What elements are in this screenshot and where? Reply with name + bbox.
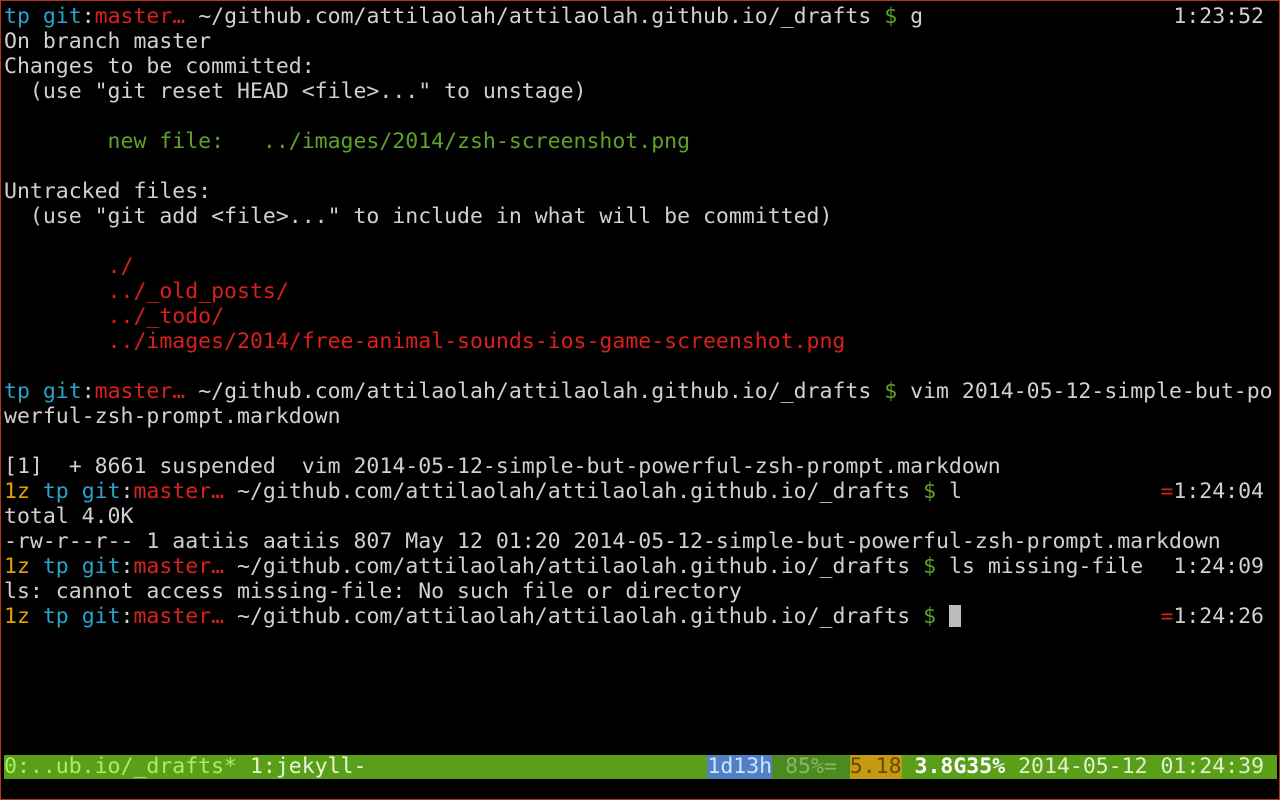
memory-usage: 3.8G35% bbox=[914, 754, 1006, 779]
output-text: ../images/2014/free-animal-sounds-ios-ga… bbox=[4, 329, 846, 354]
uptime-indicator: 1d13h bbox=[707, 754, 773, 779]
tmux-window-jekyll[interactable]: 1:jekyll- bbox=[250, 754, 367, 779]
prompt-symbol: $ bbox=[884, 4, 898, 29]
prompt-branch: master… bbox=[133, 604, 225, 629]
prompt-host: tp bbox=[4, 4, 30, 29]
battery-value: 85%= bbox=[785, 754, 837, 779]
load-average: 5.18 bbox=[849, 754, 902, 779]
prompt-cwd: ~/github.com/attilaolah/attilaolah.githu… bbox=[237, 604, 911, 629]
prompt-line: 1z tp git:master… ~/github.com/attilaola… bbox=[4, 479, 1264, 504]
tmux-window-active[interactable]: 0:..ub.io/_drafts* bbox=[4, 754, 237, 779]
output-line: [1] + 8661 suspended vim 2014-05-12-simp… bbox=[4, 454, 1276, 479]
output-text: (use "git reset HEAD <file>..." to unsta… bbox=[4, 79, 587, 104]
prompt-host: tp bbox=[42, 479, 69, 504]
prompt-line: 1z tp git:master… ~/github.com/attilaola… bbox=[4, 604, 1264, 629]
tmux-status-right: 1d13h 85%= 5.18 3.8G35% 2014-05-12 01:24… bbox=[707, 755, 1277, 779]
output-text: [1] + 8661 suspended vim 2014-05-12-simp… bbox=[4, 454, 1001, 479]
prompt-git-label: git bbox=[42, 4, 82, 29]
output-line: Untracked files: bbox=[4, 179, 1276, 204]
prompt-branch: master… bbox=[94, 379, 186, 404]
output-text: ../_old_posts/ bbox=[4, 279, 289, 304]
job-count: 1z bbox=[4, 479, 30, 504]
output-text: ls: cannot access missing-file: No such … bbox=[4, 579, 742, 604]
prompt-host: tp bbox=[42, 554, 69, 579]
command-text: vim 2014-05-12-simple-but-po bbox=[910, 379, 1273, 404]
right-prompt: 1:23:52 bbox=[1173, 4, 1264, 29]
output-line: On branch master bbox=[4, 29, 1276, 54]
right-prompt: =1:24:04 bbox=[1160, 479, 1264, 504]
job-count: 1z bbox=[4, 604, 30, 629]
output-line: -rw-r--r-- 1 aatiis aatiis 807 May 12 01… bbox=[4, 529, 1276, 554]
output-text: Changes to be committed: bbox=[4, 54, 315, 79]
output-text: ../_todo/ bbox=[4, 304, 225, 329]
output-line: ../images/2014/free-animal-sounds-ios-ga… bbox=[4, 329, 1276, 354]
prompt-cwd: ~/github.com/attilaolah/attilaolah.githu… bbox=[198, 4, 872, 29]
output-line: ls: cannot access missing-file: No such … bbox=[4, 579, 1276, 604]
tmux-status-bar: 0:..ub.io/_drafts* 1:jekyll- 1d13h 85%= … bbox=[4, 755, 1277, 779]
output-text: Untracked files: bbox=[4, 179, 212, 204]
prompt-line: tp git:master… ~/github.com/attilaolah/a… bbox=[4, 379, 1273, 404]
prompt-line: 1z tp git:master… ~/github.com/attilaola… bbox=[4, 554, 1264, 579]
output-line: ./ bbox=[4, 254, 1276, 279]
prompt-host: tp bbox=[42, 604, 69, 629]
status-datetime: 2014-05-12 01:24:39 bbox=[1018, 754, 1265, 779]
output-line: werful-zsh-prompt.markdown bbox=[4, 404, 1276, 429]
job-count: 1z bbox=[4, 554, 30, 579]
prompt-branch: master… bbox=[133, 554, 225, 579]
output-line: total 4.0K bbox=[4, 504, 1276, 529]
output-text: (use "git add <file>..." to include in w… bbox=[4, 204, 833, 229]
output-text: new file: ../images/2014/zsh-screenshot.… bbox=[4, 129, 691, 154]
output-text: werful-zsh-prompt.markdown bbox=[4, 404, 341, 429]
prompt-git-label: git bbox=[81, 554, 121, 579]
prompt-time: 1:24:09 bbox=[1173, 554, 1264, 579]
text-cursor[interactable] bbox=[949, 605, 961, 627]
battery-indicator: 85%= bbox=[772, 755, 850, 779]
prompt-time: 1:24:26 bbox=[1173, 604, 1264, 629]
prompt-git-label: git bbox=[81, 479, 121, 504]
output-text: total 4.0K bbox=[4, 504, 134, 529]
output-line: (use "git add <file>..." to include in w… bbox=[4, 204, 1276, 229]
prompt-time: 1:24:04 bbox=[1173, 479, 1264, 504]
terminal-output[interactable]: tp git:master… ~/github.com/attilaolah/a… bbox=[4, 4, 1276, 629]
output-line: ../_old_posts/ bbox=[4, 279, 1276, 304]
prompt-git-label: git bbox=[42, 379, 82, 404]
command-text: l bbox=[949, 479, 962, 504]
prompt-symbol: $ bbox=[884, 379, 898, 404]
prompt-symbol: $ bbox=[923, 479, 937, 504]
prompt-host: tp bbox=[4, 379, 30, 404]
output-line: ../_todo/ bbox=[4, 304, 1276, 329]
prompt-line: tp git:master… ~/github.com/attilaolah/a… bbox=[4, 4, 1264, 29]
command-text: g bbox=[910, 4, 924, 29]
exit-status-mark: = bbox=[1160, 479, 1174, 504]
prompt-symbol: $ bbox=[923, 604, 937, 629]
output-text: -rw-r--r-- 1 aatiis aatiis 807 May 12 01… bbox=[4, 529, 1221, 554]
exit-status-mark: = bbox=[1160, 604, 1174, 629]
prompt-cwd: ~/github.com/attilaolah/attilaolah.githu… bbox=[237, 479, 911, 504]
right-prompt: =1:24:26 bbox=[1160, 604, 1264, 629]
output-line: Changes to be committed: bbox=[4, 54, 1276, 79]
prompt-time: 1:23:52 bbox=[1173, 4, 1264, 29]
output-text: On branch master bbox=[4, 29, 212, 54]
output-text: ./ bbox=[4, 254, 134, 279]
prompt-git-label: git bbox=[81, 604, 121, 629]
terminal-window[interactable]: tp git:master… ~/github.com/attilaolah/a… bbox=[0, 0, 1280, 800]
tmux-window-list: 0:..ub.io/_drafts* 1:jekyll- bbox=[4, 755, 366, 779]
prompt-cwd: ~/github.com/attilaolah/attilaolah.githu… bbox=[237, 554, 911, 579]
output-line: new file: ../images/2014/zsh-screenshot.… bbox=[4, 129, 1276, 154]
prompt-cwd: ~/github.com/attilaolah/attilaolah.githu… bbox=[198, 379, 872, 404]
prompt-symbol: $ bbox=[923, 554, 937, 579]
prompt-branch: master… bbox=[94, 4, 186, 29]
command-text: ls missing-file bbox=[949, 554, 1144, 579]
prompt-branch: master… bbox=[133, 479, 225, 504]
right-prompt: 1:24:09 bbox=[1173, 554, 1264, 579]
output-line: (use "git reset HEAD <file>..." to unsta… bbox=[4, 79, 1276, 104]
